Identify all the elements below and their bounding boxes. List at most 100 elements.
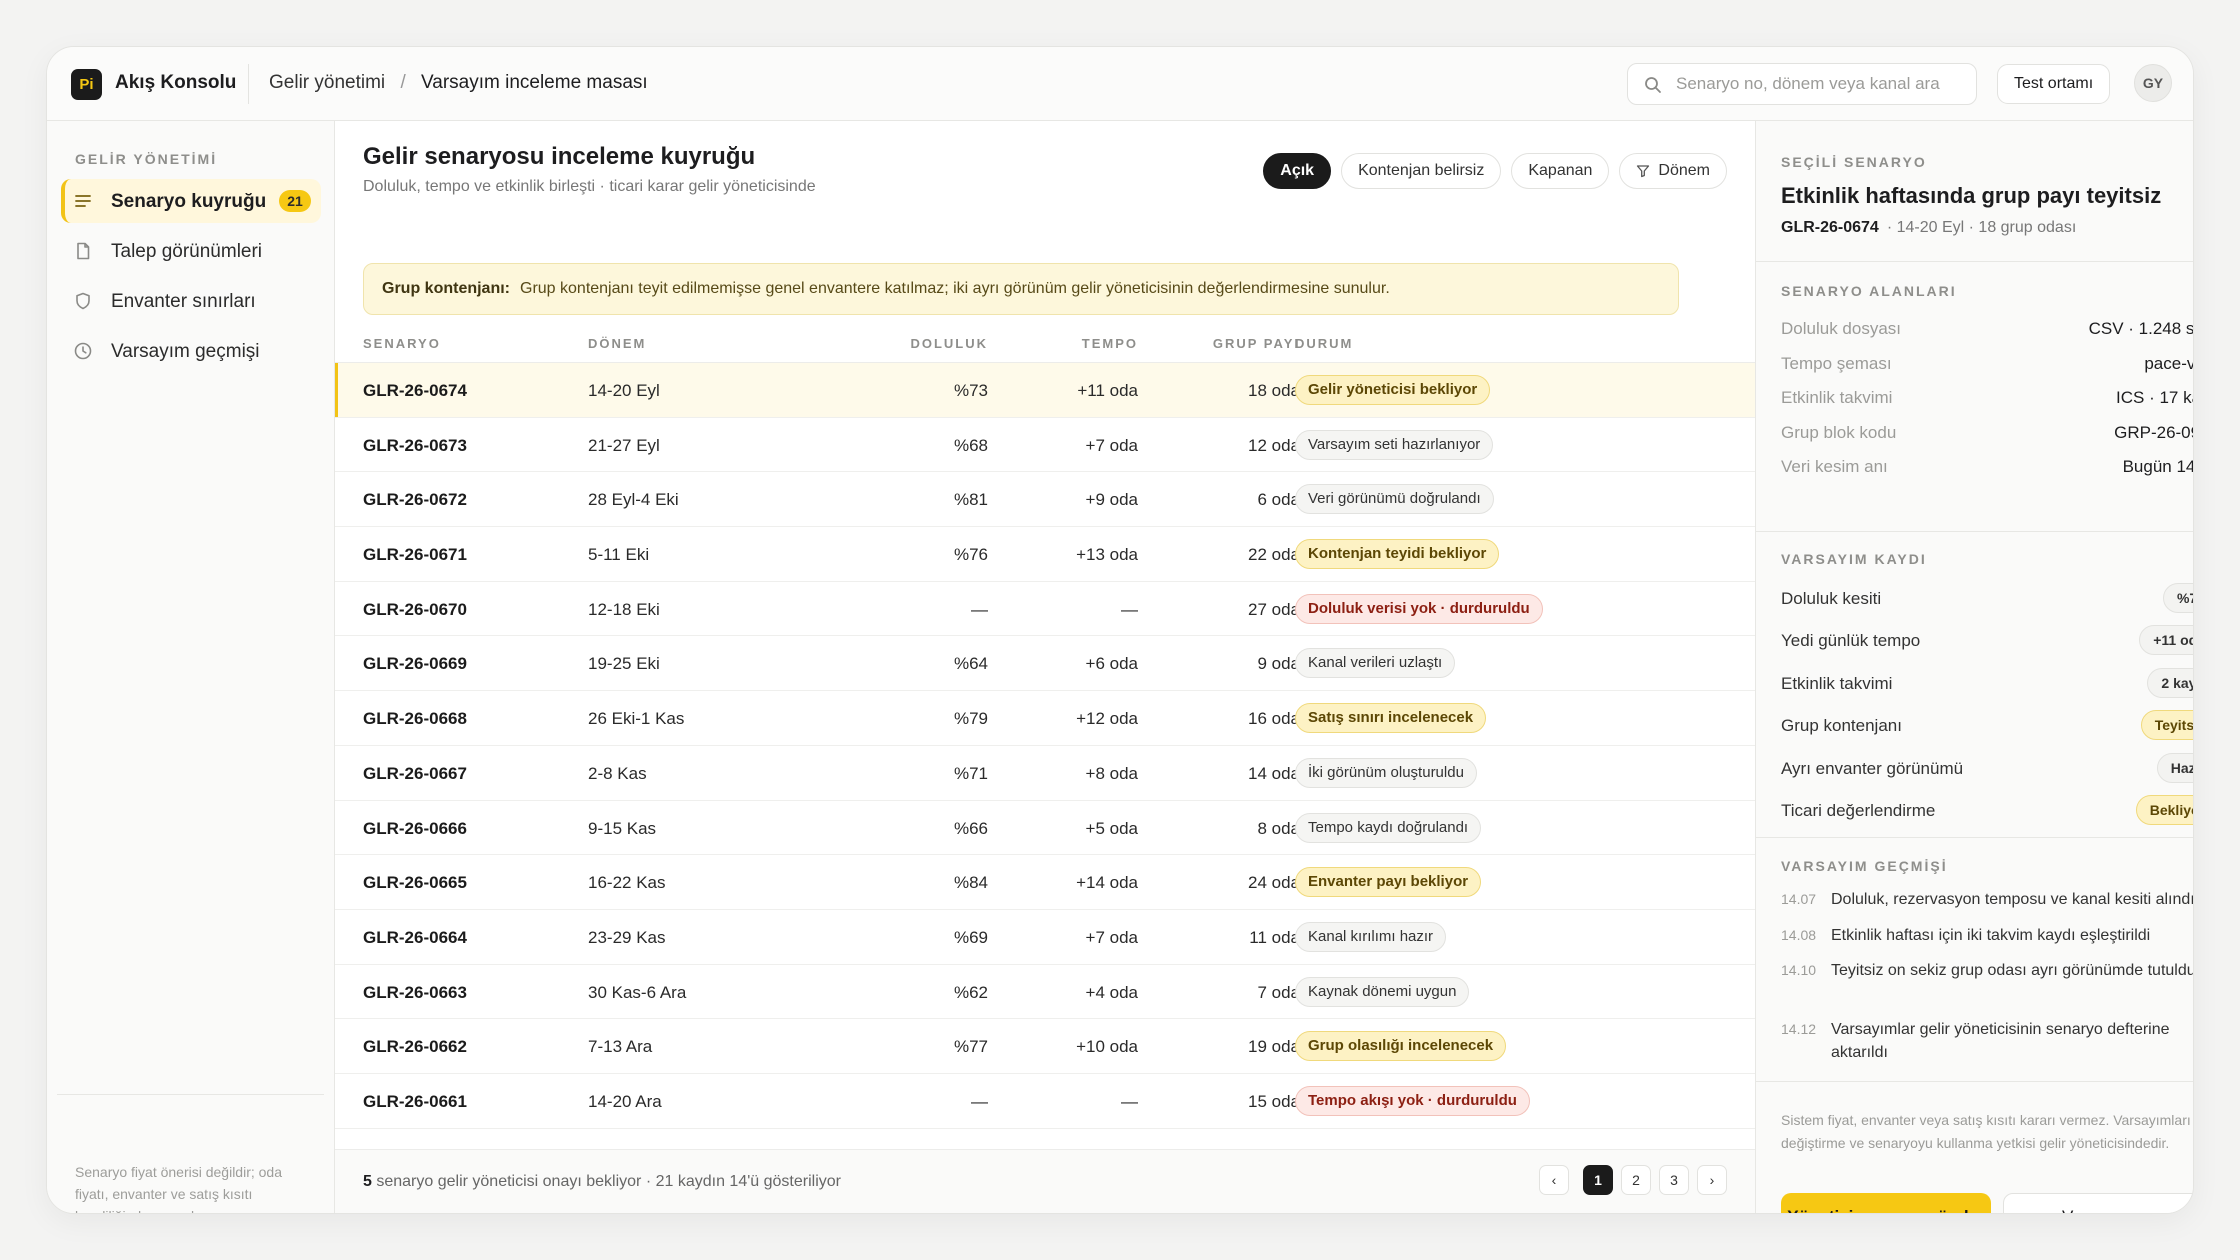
status-badge: Kanal verileri uzlaştı <box>1295 648 1456 679</box>
clock-icon <box>74 342 92 360</box>
send-for-approval-button[interactable]: Yönetici onayına gönder <box>1781 1193 1991 1213</box>
app-title: Akış Konsolu <box>115 72 237 93</box>
breadcrumb-parent[interactable]: Gelir yönetimi <box>269 72 385 93</box>
divider <box>1756 531 2193 532</box>
divider <box>1756 837 2193 838</box>
history-time: 14.07 <box>1781 891 1817 907</box>
period-filter-button[interactable]: Dönem <box>1619 153 1727 189</box>
sidebar-item-label: Envanter sınırları <box>111 291 256 312</box>
column-header-pace[interactable]: TEMPO <box>1082 336 1138 351</box>
search-box[interactable] <box>1627 63 1977 105</box>
field-value: ICS · 17 kayıt <box>2116 388 2193 407</box>
table-row[interactable]: GLR-26-0669 19-25 Eki %64 +6 oda 9 oda Kanal … <box>335 636 1755 692</box>
group-share: 19 oda <box>1248 1037 1300 1057</box>
pace: +14 oda <box>1076 873 1138 893</box>
assumption-row: Etkinlik takvimi 2 kayıt <box>1781 666 2193 700</box>
status-cell: Kontenjan teyidi bekliyor <box>1295 539 1500 570</box>
sidebar-item-envanter-sinirlari[interactable]: Envanter sınırları <box>61 279 321 323</box>
scenario-id: GLR-26-0673 <box>363 435 467 455</box>
table-row[interactable]: GLR-26-0665 16-22 Kas %84 +14 oda 24 oda Enva… <box>335 855 1755 910</box>
table-row[interactable]: GLR-26-0668 26 Eki-1 Kas %79 +12 oda 16 oda S… <box>335 691 1755 746</box>
assumption-value-cell: +11 oda <box>2139 625 2193 656</box>
occupancy: %84 <box>953 873 988 893</box>
scenario-id: GLR-26-0667 <box>363 763 467 783</box>
assumption-row: Grup kontenjanı Teyitsiz <box>1781 708 2193 742</box>
status-cell: Envanter payı bekliyor <box>1295 867 1482 898</box>
group-share: 18 oda <box>1248 381 1300 400</box>
history-text: Doluluk, rezervasyon temposu ve kanal ke… <box>1831 891 2194 908</box>
status-badge: Tempo kaydı doğrulandı <box>1295 812 1482 843</box>
status-cell: Veri görünümü doğrulandı <box>1295 484 1494 515</box>
table-row[interactable]: GLR-26-0666 9-15 Kas %66 +5 oda 8 oda Tempo k… <box>335 801 1755 856</box>
sidebar-item-talep-gorunumleri[interactable]: Talep görünümleri <box>61 229 321 273</box>
table-row[interactable]: GLR-26-0664 23-29 Kas %69 +7 oda 11 oda Kanal… <box>335 910 1755 965</box>
column-header-period[interactable]: DÖNEM <box>588 336 646 351</box>
occupancy: %71 <box>953 763 988 783</box>
assumption-value-cell: %73 <box>2162 583 2193 613</box>
detail-disclaimer: Sistem fiyat, envanter veya satış kısıtı… <box>1781 1112 2191 1151</box>
filter-quota-unclear[interactable]: Kontenjan belirsiz <box>1341 153 1502 189</box>
detail-panel: SEÇİLİ SENARYO Etkinlik haftasında grup … <box>1755 121 2193 1213</box>
breadcrumb-current: Varsayım inceleme masası <box>421 72 648 93</box>
assumption-row: Ticari değerlendirme Bekliyor <box>1781 793 2193 827</box>
occupancy: %66 <box>953 818 988 838</box>
pagination-prev-button[interactable]: ‹ <box>1539 1165 1569 1195</box>
sidebar-item-varsayim-gecmisi[interactable]: Varsayım geçmişi <box>61 329 321 373</box>
table-row[interactable]: GLR-26-0663 30 Kas-6 Ara %62 +4 oda 7 oda Kay… <box>335 965 1755 1020</box>
occupancy: — <box>971 1091 988 1111</box>
page-1-button[interactable]: 1 <box>1583 1165 1613 1195</box>
assumption-key: Grup kontenjanı <box>1781 716 1902 736</box>
table-row[interactable]: GLR-26-0670 12-18 Eki — — 27 oda Doluluk veri… <box>335 582 1755 637</box>
status-cell: Satış sınırı incelenecek <box>1295 703 1487 734</box>
app-logo: Pi <box>71 69 102 100</box>
status-badge: Doluluk verisi yok · durduruldu <box>1295 593 1543 624</box>
history-time: 14.10 <box>1781 962 1817 978</box>
column-header-status[interactable]: DURUM <box>1295 336 1353 351</box>
table-row[interactable]: GLR-26-0673 21-27 Eyl %68 +7 oda 12 oda Varsa… <box>335 418 1755 473</box>
pace: +5 oda <box>1085 818 1138 838</box>
column-header-scenario[interactable]: SENARYO <box>363 336 441 351</box>
open-assumption-button[interactable]: Varsayımı aç <box>2003 1193 2193 1213</box>
scenario-id: GLR-26-0672 <box>363 490 467 510</box>
filter-closed[interactable]: Kapanan <box>1511 153 1610 189</box>
assumption-key: Yedi günlük tempo <box>1781 631 1921 651</box>
environment-button[interactable]: Test ortamı <box>1997 64 2111 104</box>
pagination-next-button[interactable]: › <box>1697 1165 1727 1195</box>
search-input[interactable] <box>1676 64 1966 104</box>
column-header-occupancy[interactable]: DOLULUK <box>910 336 988 351</box>
assumption-value-badge: 2 kayıt <box>2147 667 2193 698</box>
scenario-id: GLR-26-0668 <box>363 709 467 729</box>
scenario-table: GLR-26-0674 14-20 Eyl %73 +11 oda 18 oda Geli… <box>335 363 1755 1129</box>
selected-scenario-label: SEÇİLİ SENARYO <box>1781 154 1927 170</box>
table-row[interactable]: GLR-26-0661 14-20 Ara — — 15 oda Tempo akışı … <box>335 1074 1755 1129</box>
period: 2-8 Kas <box>588 763 647 783</box>
divider <box>1756 261 2193 262</box>
page-3-button[interactable]: 3 <box>1659 1165 1689 1195</box>
assumption-value-cell: Bekliyor <box>2135 795 2193 825</box>
sidebar-item-label: Senaryo kuyruğu <box>111 191 267 212</box>
filter-open[interactable]: Açık <box>1263 153 1332 189</box>
filter-icon <box>1637 165 1650 178</box>
scenario-id: GLR-26-0666 <box>363 818 467 838</box>
sidebar-item-senaryo-kuyrugu[interactable]: Senaryo kuyruğu 21 <box>61 179 321 223</box>
pace: — <box>1121 599 1138 619</box>
column-header-group-share[interactable]: GRUP PAYI <box>1213 336 1300 351</box>
status-cell: Kaynak dönemi uygun <box>1295 976 1470 1007</box>
avatar[interactable]: GY <box>2134 64 2172 102</box>
page-subtitle: Doluluk, tempo ve etkinlik birleşti · ti… <box>363 178 816 195</box>
table-row[interactable]: GLR-26-0667 2-8 Kas %71 +8 oda 14 oda İki gör… <box>335 746 1755 801</box>
document-icon <box>77 242 90 260</box>
table-row[interactable]: GLR-26-0671 5-11 Eki %76 +13 oda 22 oda Konte… <box>335 527 1755 582</box>
assumption-value-badge: Hazır <box>2156 752 2193 783</box>
main-panel: Gelir senaryosu inceleme kuyruğu Doluluk… <box>335 121 1755 1213</box>
list-icon <box>75 195 91 207</box>
page-2-button[interactable]: 2 <box>1621 1165 1651 1195</box>
table-row[interactable]: GLR-26-0674 14-20 Eyl %73 +11 oda 18 oda Geli… <box>335 363 1755 418</box>
period: 14-20 Eyl <box>588 381 660 400</box>
assumption-row: Ayrı envanter görünümü Hazır <box>1781 751 2193 785</box>
pace: +7 oda <box>1085 927 1138 947</box>
table-row[interactable]: GLR-26-0672 28 Eyl-4 Eki %81 +9 oda 6 oda Ver… <box>335 472 1755 528</box>
table-row[interactable]: GLR-26-0662 7-13 Ara %77 +10 oda 19 oda Grup … <box>335 1019 1755 1074</box>
status-badge: Veri görünümü doğrulandı <box>1295 484 1494 515</box>
pace: +11 oda <box>1077 381 1138 400</box>
